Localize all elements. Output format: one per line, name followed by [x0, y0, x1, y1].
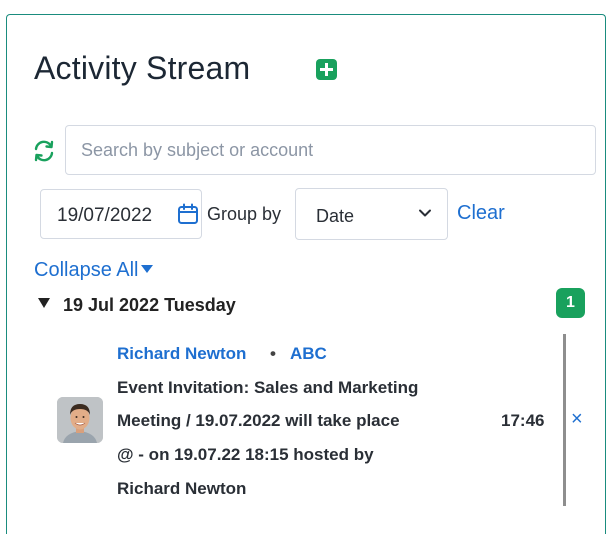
- avatar: [57, 397, 103, 443]
- group-by-select[interactable]: Date: [295, 188, 448, 240]
- group-by-selected-value: Date: [316, 206, 355, 226]
- add-activity-button[interactable]: [316, 59, 337, 80]
- calendar-icon[interactable]: [177, 203, 199, 225]
- close-icon[interactable]: ×: [571, 408, 583, 431]
- chevron-down-icon: [419, 209, 431, 217]
- activity-subject-line[interactable]: @ - on 19.07.22 18:15 hosted by: [117, 445, 374, 465]
- author-account-separator: •: [270, 344, 276, 363]
- activity-time: 17:46: [501, 411, 545, 430]
- group-collapse-toggle-icon[interactable]: [38, 298, 50, 308]
- group-count-badge: 1: [556, 288, 585, 318]
- activity-account-link[interactable]: ABC: [290, 344, 327, 364]
- activity-subject-line[interactable]: Richard Newton: [117, 479, 246, 499]
- clear-filters-link[interactable]: Clear: [457, 202, 505, 225]
- activity-subject-line[interactable]: Meeting / 19.07.2022 will take place: [117, 411, 400, 431]
- activity-subject-line[interactable]: Event Invitation: Sales and Marketing: [117, 378, 418, 398]
- group-date-header: 19 Jul 2022 Tuesday: [63, 295, 236, 315]
- page-title: Activity Stream: [34, 50, 251, 86]
- date-filter-field[interactable]: 19/07/2022: [40, 189, 202, 239]
- person-photo: [57, 397, 103, 443]
- search-input[interactable]: [65, 125, 596, 175]
- caret-down-icon: [140, 264, 153, 273]
- refresh-icon[interactable]: [32, 139, 56, 163]
- timeline-line: [563, 334, 566, 506]
- activity-author-link[interactable]: Richard Newton: [117, 344, 246, 364]
- collapse-all-label: Collapse All: [34, 259, 139, 281]
- collapse-all-toggle[interactable]: Collapse All: [34, 259, 153, 282]
- date-filter-value: 19/07/2022: [57, 205, 153, 226]
- group-by-label: Group by: [207, 204, 282, 224]
